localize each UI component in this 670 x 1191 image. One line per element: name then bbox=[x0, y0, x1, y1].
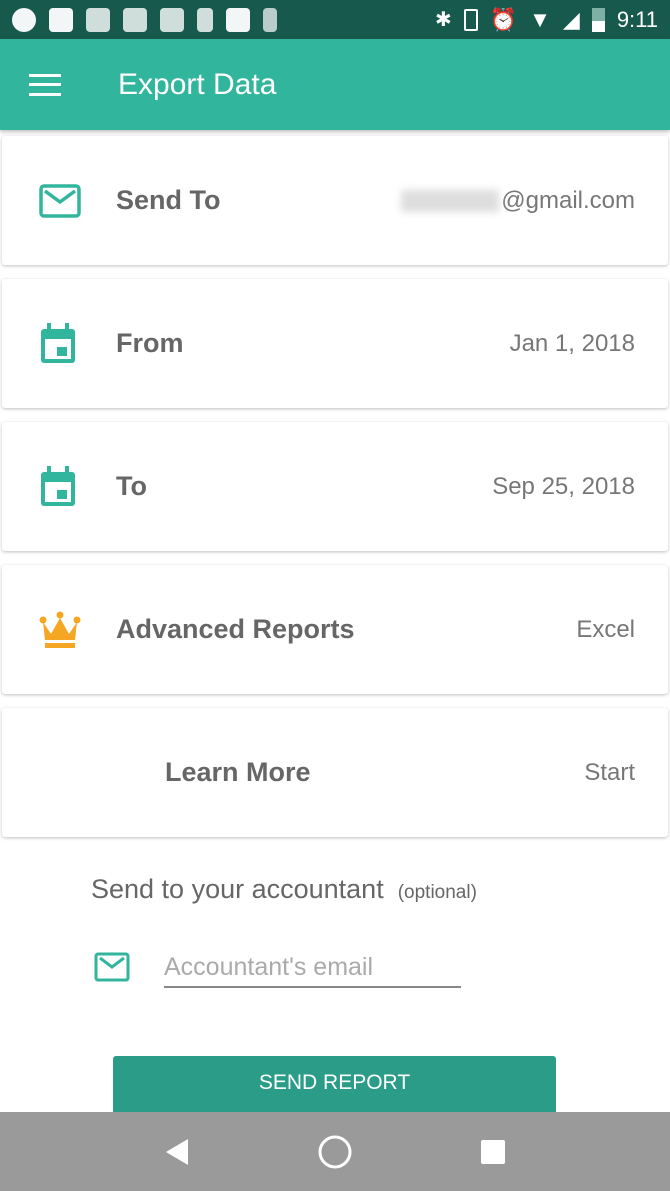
send-report-button[interactable]: SEND REPORT bbox=[113, 1056, 556, 1116]
battery-icon bbox=[591, 7, 605, 32]
row-label: From bbox=[116, 328, 184, 358]
blurred-email bbox=[401, 190, 500, 213]
row-value: @gmail.com bbox=[401, 187, 635, 215]
crown-icon bbox=[39, 611, 81, 648]
send-to-row[interactable]: Send To @gmail.com bbox=[2, 136, 668, 265]
app-icon bbox=[226, 7, 250, 32]
advanced-reports-row[interactable]: Advanced Reports Excel bbox=[2, 565, 668, 694]
gmail-icon bbox=[49, 7, 73, 32]
signal-icon: ◢ bbox=[562, 6, 580, 32]
calendar-icon bbox=[41, 465, 75, 506]
row-value: Start bbox=[584, 758, 635, 786]
calendar-icon bbox=[41, 322, 75, 363]
optional-label: (optional) bbox=[397, 882, 477, 903]
missed-call-icon bbox=[86, 7, 110, 32]
accountant-heading: Send to your accountant (optional) bbox=[91, 874, 477, 904]
row-value: Excel bbox=[576, 615, 635, 643]
row-label: Advanced Reports bbox=[116, 614, 355, 644]
row-label: Send To bbox=[116, 185, 221, 215]
hamburger-icon[interactable] bbox=[29, 73, 61, 96]
row-value: Jan 1, 2018 bbox=[509, 329, 635, 357]
row-value: Sep 25, 2018 bbox=[492, 472, 635, 500]
learn-more-row[interactable]: Learn More Start bbox=[2, 708, 668, 837]
vibrate-icon bbox=[463, 8, 478, 31]
to-date-row[interactable]: To Sep 25, 2018 bbox=[2, 422, 668, 551]
accountant-email-input[interactable] bbox=[164, 948, 461, 988]
navigation-bar bbox=[0, 1112, 670, 1191]
app-bar: Export Data bbox=[0, 39, 670, 130]
from-date-row[interactable]: From Jan 1, 2018 bbox=[2, 279, 668, 408]
back-icon[interactable] bbox=[164, 1137, 190, 1167]
notification-icon bbox=[12, 7, 36, 32]
row-label: To bbox=[116, 471, 147, 501]
wifi-icon: ▼ bbox=[529, 6, 551, 32]
clock: 9:11 bbox=[616, 6, 658, 32]
image-icon bbox=[160, 7, 184, 32]
row-label: Learn More bbox=[165, 757, 311, 787]
email-icon bbox=[94, 952, 130, 982]
home-icon[interactable] bbox=[317, 1134, 353, 1170]
email-icon bbox=[39, 183, 81, 218]
microphone-icon bbox=[263, 7, 277, 32]
page-title: Export Data bbox=[118, 67, 277, 101]
cast-icon bbox=[123, 7, 147, 32]
recents-icon[interactable] bbox=[480, 1139, 506, 1165]
alarm-icon: ⏰ bbox=[489, 6, 518, 32]
bluetooth-icon: ✱ bbox=[434, 9, 452, 31]
lock-icon bbox=[197, 7, 213, 32]
status-bar: ✱ ⏰ ▼ ◢ 9:11 bbox=[0, 0, 670, 39]
